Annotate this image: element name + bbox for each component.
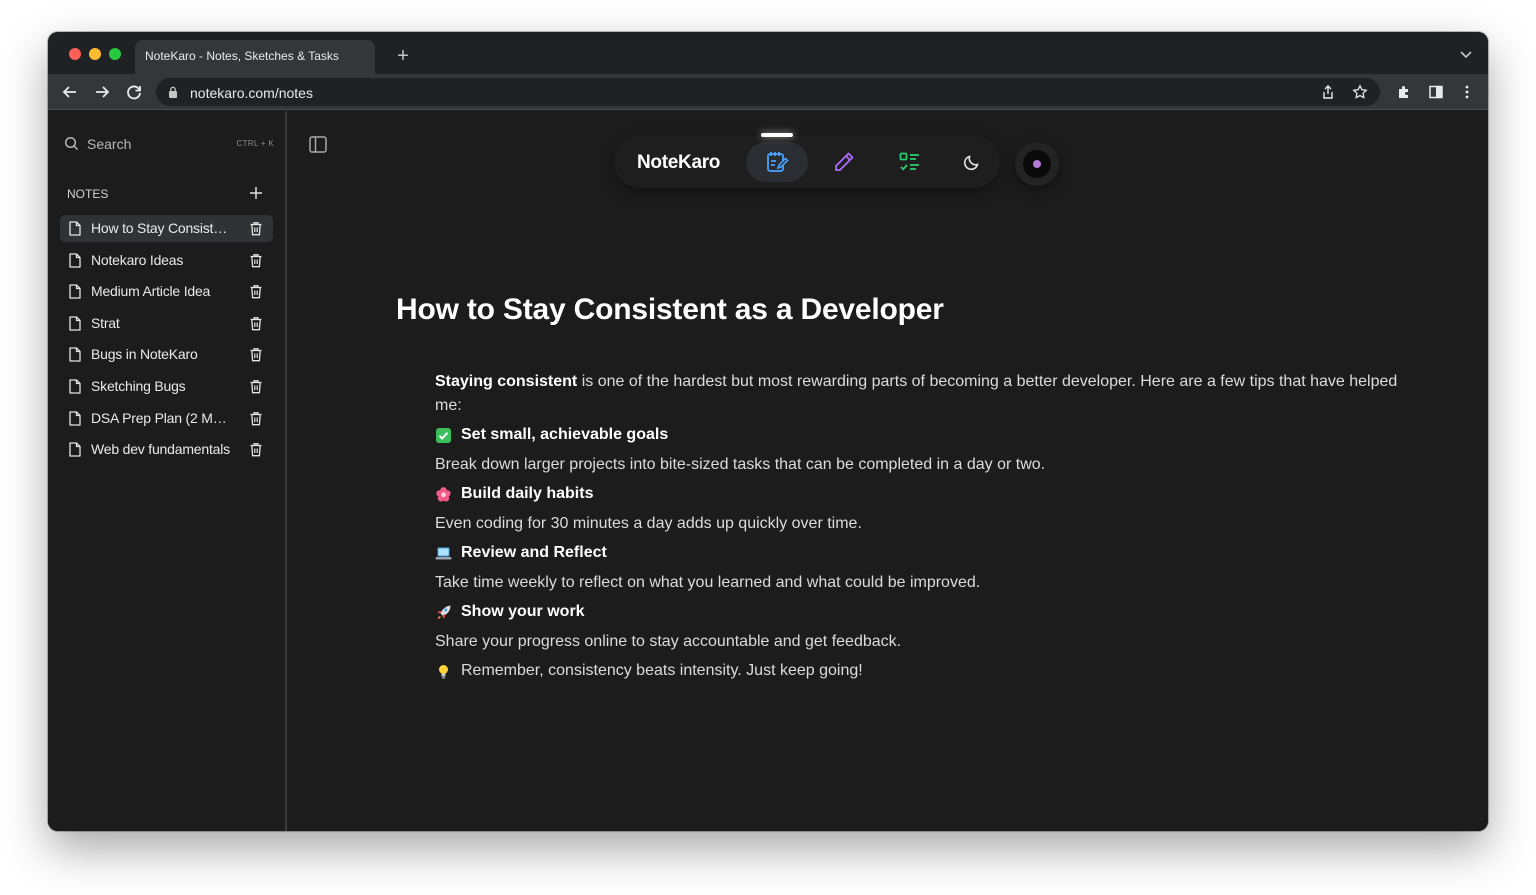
intro-bold: Staying consistent <box>435 373 578 390</box>
notes-list: How to Stay Consistent as a Developer Not… <box>60 215 273 468</box>
closing-line: Remember, consistency beats intensity. J… <box>435 659 1425 683</box>
user-avatar-button[interactable] <box>1015 142 1059 186</box>
search-icon <box>64 136 79 151</box>
avatar <box>1023 150 1051 178</box>
tip-heading-text: Review and Reflect <box>461 544 607 561</box>
lightbulb-emoji <box>439 664 448 678</box>
note-title: DSA Prep Plan (2 Months) <box>91 409 233 426</box>
tip-heading-text: Build daily habits <box>461 485 594 502</box>
sidebar-search[interactable]: Search CTRL + K <box>64 135 274 153</box>
new-tab-button[interactable]: + <box>391 44 415 68</box>
tip-heading-text: Set small, achievable goals <box>461 426 669 443</box>
tip-body: Break down larger projects into bite-siz… <box>435 456 1046 473</box>
intro-text: is one of the hardest but most rewarding… <box>435 373 1398 414</box>
trash-icon[interactable] <box>249 284 263 299</box>
back-arrow-icon[interactable] <box>60 82 80 102</box>
tip-heading: Build daily habits <box>435 482 1425 506</box>
rocket-emoji <box>437 605 451 619</box>
share-icon[interactable] <box>1320 84 1336 100</box>
kebab-menu-icon[interactable] <box>1459 84 1475 100</box>
bookmark-star-icon[interactable] <box>1352 84 1368 100</box>
tips-list: Set small, achievable goals Break down la… <box>435 423 1425 654</box>
search-shortcut-hint: CTRL + K <box>236 139 274 148</box>
note-title: Sketching Bugs <box>91 377 186 394</box>
note-list-item[interactable]: Web dev fundamentals <box>60 436 273 463</box>
browser-window: NoteKaro - Notes, Sketches & Tasks + not… <box>48 32 1488 831</box>
closing-text: Remember, consistency beats intensity. J… <box>461 662 863 679</box>
document-icon <box>69 252 81 268</box>
mode-switcher-bar: NoteKaro <box>614 133 1000 188</box>
tab-title: NoteKaro - Notes, Sketches & Tasks <box>145 49 339 63</box>
tasks-icon[interactable] <box>898 150 922 174</box>
tab-strip: NoteKaro - Notes, Sketches & Tasks + <box>48 32 1488 74</box>
note-list-item[interactable]: Strat <box>60 310 273 337</box>
trash-icon[interactable] <box>249 442 263 457</box>
tip-body: Take time weekly to reflect on what you … <box>435 574 981 591</box>
tip-body: Even coding for 30 minutes a day adds up… <box>435 515 862 532</box>
sidebar: Search CTRL + K NOTES How to Stay Consis… <box>48 111 285 831</box>
address-bar[interactable]: notekaro.com/notes <box>156 78 1380 106</box>
note-list-item[interactable]: Sketching Bugs <box>60 373 273 400</box>
document-icon <box>69 347 81 363</box>
add-note-plus-icon[interactable] <box>248 185 264 201</box>
lock-icon <box>169 86 177 98</box>
tip-body: Share your progress online to stay accou… <box>435 633 902 650</box>
browser-toolbar: notekaro.com/notes <box>48 74 1488 110</box>
trash-icon[interactable] <box>249 253 263 268</box>
notes-heading: NOTES <box>67 187 109 201</box>
note-title: Notekaro Ideas <box>91 251 184 268</box>
notes-icon <box>767 152 789 172</box>
toggle-sidebar-icon[interactable] <box>309 136 327 153</box>
trash-icon[interactable] <box>249 379 263 394</box>
flower-emoji <box>436 486 451 501</box>
document-icon <box>69 379 81 394</box>
maximize-window-button[interactable] <box>109 48 121 60</box>
close-window-button[interactable] <box>69 48 81 60</box>
intro-paragraph: Staying consistent is one of the hardest… <box>435 370 1425 418</box>
chevron-down-icon[interactable] <box>1458 46 1474 62</box>
browser-tab-active[interactable]: NoteKaro - Notes, Sketches & Tasks <box>135 40 375 74</box>
note-title: Strat <box>91 314 120 331</box>
document-icon <box>69 284 81 299</box>
trash-icon[interactable] <box>249 411 263 426</box>
document-icon <box>69 410 81 426</box>
document-title[interactable]: How to Stay Consistent as a Developer <box>396 293 944 327</box>
document-body[interactable]: Staying consistent is one of the hardest… <box>435 370 1425 683</box>
trash-icon[interactable] <box>249 316 263 331</box>
document-icon <box>69 316 81 331</box>
active-mode-indicator <box>761 133 793 137</box>
note-list-item[interactable]: Medium Article Idea <box>60 278 273 305</box>
extensions-puzzle-icon[interactable] <box>1396 84 1412 100</box>
tip-heading: Review and Reflect <box>435 541 1425 565</box>
document-icon <box>69 442 81 457</box>
minimize-window-button[interactable] <box>89 48 101 60</box>
forward-arrow-icon[interactable] <box>92 82 112 102</box>
brand-logo-text: NoteKaro <box>637 152 721 173</box>
note-title: How to Stay Consistent as a Developer <box>91 220 233 236</box>
note-title: Bugs in NoteKaro <box>91 346 198 363</box>
note-list-item[interactable]: Bugs in NoteKaro <box>60 341 273 368</box>
document-icon <box>69 221 81 236</box>
reload-icon[interactable] <box>124 82 144 102</box>
side-panel-icon[interactable] <box>1428 84 1444 100</box>
tip-heading: Set small, achievable goals <box>435 423 1425 447</box>
note-list-item[interactable]: Notekaro Ideas <box>60 247 273 274</box>
tip-heading: Show your work <box>435 600 1425 624</box>
url-text: notekaro.com/notes <box>190 85 313 101</box>
note-list-item[interactable]: How to Stay Consistent as a Developer <box>60 215 273 242</box>
check-box-emoji <box>436 427 451 443</box>
note-title: Medium Article Idea <box>91 283 211 300</box>
note-list-item[interactable]: DSA Prep Plan (2 Months) <box>60 405 273 432</box>
avatar-image <box>1033 160 1041 168</box>
search-placeholder: Search <box>87 136 132 152</box>
pencil-icon[interactable] <box>832 150 856 174</box>
note-title: Web dev fundamentals <box>91 441 230 458</box>
moon-icon[interactable] <box>962 152 982 172</box>
tip-heading-text: Show your work <box>461 603 585 620</box>
trash-icon[interactable] <box>249 221 263 236</box>
laptop-emoji <box>435 547 452 559</box>
trash-icon[interactable] <box>249 347 263 362</box>
sidebar-divider[interactable] <box>285 111 287 831</box>
app-root: Search CTRL + K NOTES How to Stay Consis… <box>48 111 1488 831</box>
